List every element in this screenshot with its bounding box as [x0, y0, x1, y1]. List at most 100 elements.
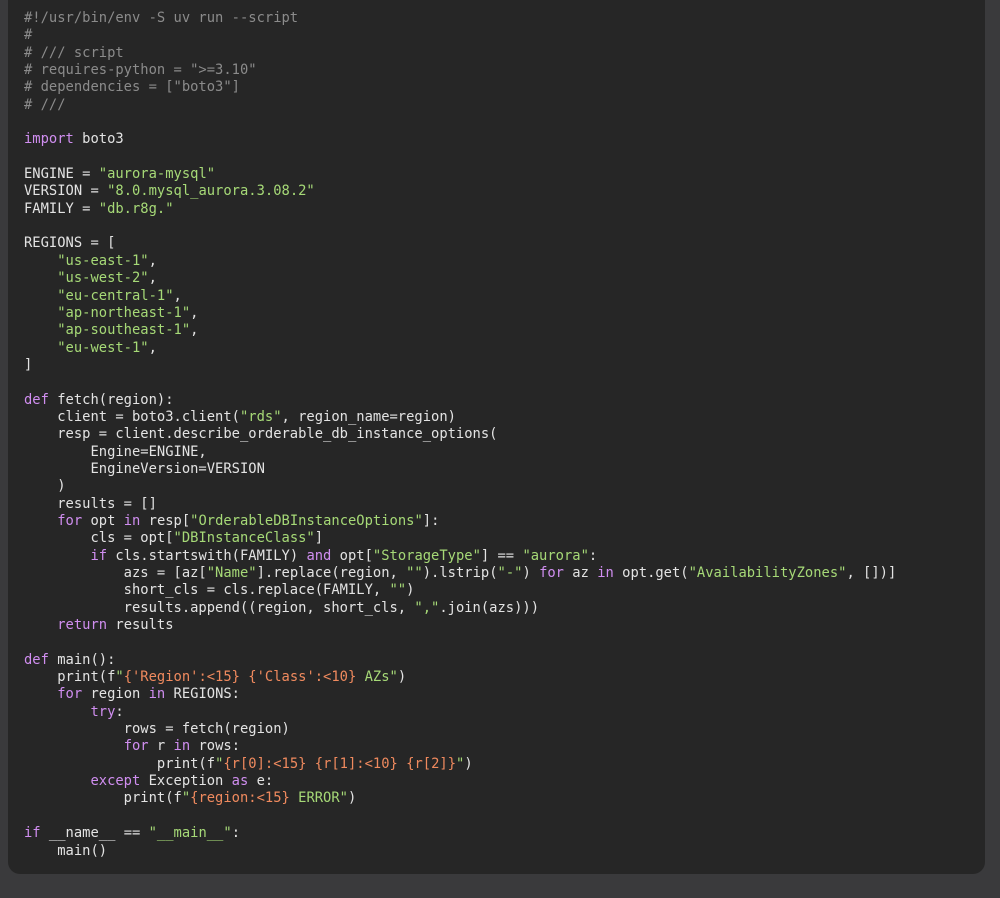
code-line: rows = fetch(region) — [24, 721, 896, 738]
code-token-keyword: in — [148, 686, 166, 703]
code-block: #!/usr/bin/env -S uv run --script # # /// … — [8, 0, 985, 874]
code-token-text: opt.get( — [613, 565, 689, 581]
code-token-string: "us-east-1" — [57, 252, 149, 269]
code-line: results = [] — [24, 496, 896, 513]
code-token-keyword: if — [90, 547, 108, 564]
code-line: import boto3 — [24, 131, 896, 148]
code-token-string: "db.r8g." — [98, 200, 174, 217]
code-line: for r in rows: — [24, 738, 896, 755]
code-line: try: — [24, 704, 896, 721]
code-token-text: , — [173, 287, 182, 304]
code-token-text: : — [231, 825, 240, 842]
code-line: ) — [24, 478, 896, 495]
code-token-string: "ap-southeast-1" — [57, 322, 191, 339]
code-line: ] — [24, 357, 896, 374]
code-token-keyword: except — [90, 773, 141, 790]
code-token-keyword: for — [123, 738, 149, 755]
code-line: client = boto3.client("rds", region_name… — [24, 409, 896, 426]
code-token-text: ).lstrip( — [422, 565, 498, 581]
code-token-text: : — [115, 703, 124, 720]
code-token-keyword: for — [57, 686, 83, 703]
code-line: Engine=ENGINE, — [24, 444, 896, 461]
code-token-string: "__main__" — [148, 825, 232, 842]
code-token-text: , — [190, 322, 199, 339]
code-token-string: "8.0.mysql_aurora.3.08.2" — [107, 183, 315, 200]
code-token-string: "ap-northeast-1" — [57, 304, 191, 321]
code-token-text: client = boto3.client( — [24, 408, 240, 425]
code-token-string: "DBInstanceClass" — [173, 530, 315, 547]
code-token-text: ] — [24, 356, 33, 373]
code-token-comment: # requires-python = ">=3.10" — [24, 62, 257, 79]
code-token-text: opt — [82, 512, 124, 529]
code-line: azs = [az["Name"].replace(region, "").ls… — [24, 565, 897, 582]
code-token-text: main() — [24, 842, 108, 859]
code-token-interpolation: {'Class':<10} — [248, 669, 357, 686]
code-token-text: boto3 — [73, 131, 124, 148]
code-line: print(f"{r[0]:<15} {r[1]:<10} {r[2]}") — [24, 756, 896, 773]
code-token-text: , — [148, 270, 157, 287]
code-token-interpolation: {region:<15} — [190, 790, 290, 807]
code-token-text: , — [190, 304, 199, 321]
code-line: def main(): — [24, 652, 896, 669]
code-line: #!/usr/bin/env -S uv run --script — [24, 10, 896, 27]
code-line: "ap-southeast-1", — [24, 322, 896, 339]
code-token-text: ] == — [480, 547, 523, 564]
code-line: for opt in resp["OrderableDBInstanceOpti… — [24, 513, 896, 530]
code-line: print(f"{region:<15} ERROR") — [24, 790, 896, 807]
code-line: # requires-python = ">=3.10" — [24, 62, 896, 79]
code-line: resp = client.describe_orderable_db_inst… — [24, 426, 896, 443]
code-token-string: "aurora" — [522, 547, 589, 564]
code-token-text: short_cls = cls.replace(FAMILY, — [24, 582, 390, 599]
code-token-string: "rds" — [239, 408, 282, 425]
code-token-interpolation: {r[1]:<10} — [314, 755, 398, 772]
code-token-string: "OrderableDBInstanceOptions" — [190, 512, 423, 529]
code-line: ​ — [24, 218, 896, 235]
code-token-text: ] — [314, 530, 324, 547]
code-token-text: REGIONS = [ — [24, 235, 116, 252]
code-token-keyword: as — [231, 773, 249, 790]
code-token-text: REGIONS: — [165, 686, 240, 703]
code-token-text: print(f — [24, 790, 182, 807]
code-token-comment: #!/usr/bin/env -S uv run --script — [24, 10, 299, 26]
code-token-text: __name__ == — [40, 825, 149, 842]
code-token-text: .join(azs))) — [439, 599, 540, 616]
code-line: def fetch(region): — [24, 392, 896, 409]
code-token-keyword: for — [539, 565, 564, 581]
code-token-text: e: — [248, 773, 274, 790]
code-content: #!/usr/bin/env -S uv run --script # # /// … — [24, 10, 896, 860]
code-token-string: "StorageType" — [372, 547, 481, 564]
code-token-text: , region_name=region) — [281, 408, 456, 425]
code-line: VERSION = "8.0.mysql_aurora.3.08.2" — [24, 183, 896, 200]
code-token-keyword: for — [57, 512, 83, 529]
code-token-text: print(f — [24, 755, 216, 772]
code-token-keyword: try — [90, 703, 116, 720]
code-token-keyword: and — [306, 547, 332, 564]
code-line: # /// — [24, 97, 896, 114]
code-line: "us-east-1", — [24, 253, 896, 270]
code-token-text: resp[ — [140, 512, 191, 529]
code-token-text: ].replace(region, — [256, 565, 407, 581]
code-line: "ap-northeast-1", — [24, 305, 896, 322]
code-token-string: ERROR" — [289, 790, 348, 807]
code-token-string: "Name" — [206, 565, 257, 581]
code-token-string: "AvailabilityZones" — [688, 565, 847, 581]
code-line: "us-west-2", — [24, 270, 896, 287]
code-token-text: results = [] — [24, 495, 157, 512]
code-line: if cls.startswith(FAMILY) and opt["Stora… — [24, 548, 896, 565]
code-token-text: main(): — [48, 651, 116, 668]
code-token-string: "us-west-2" — [57, 270, 149, 287]
code-token-interpolation: {r[0]:<15} — [223, 755, 307, 772]
code-token-comment: # dependencies = ["boto3"] — [24, 79, 240, 96]
code-token-text: , — [148, 339, 157, 356]
code-token-text: opt[ — [331, 547, 373, 564]
code-token-string: " — [181, 790, 191, 807]
code-line: ​ — [24, 808, 896, 825]
code-token-string: "," — [414, 599, 440, 616]
